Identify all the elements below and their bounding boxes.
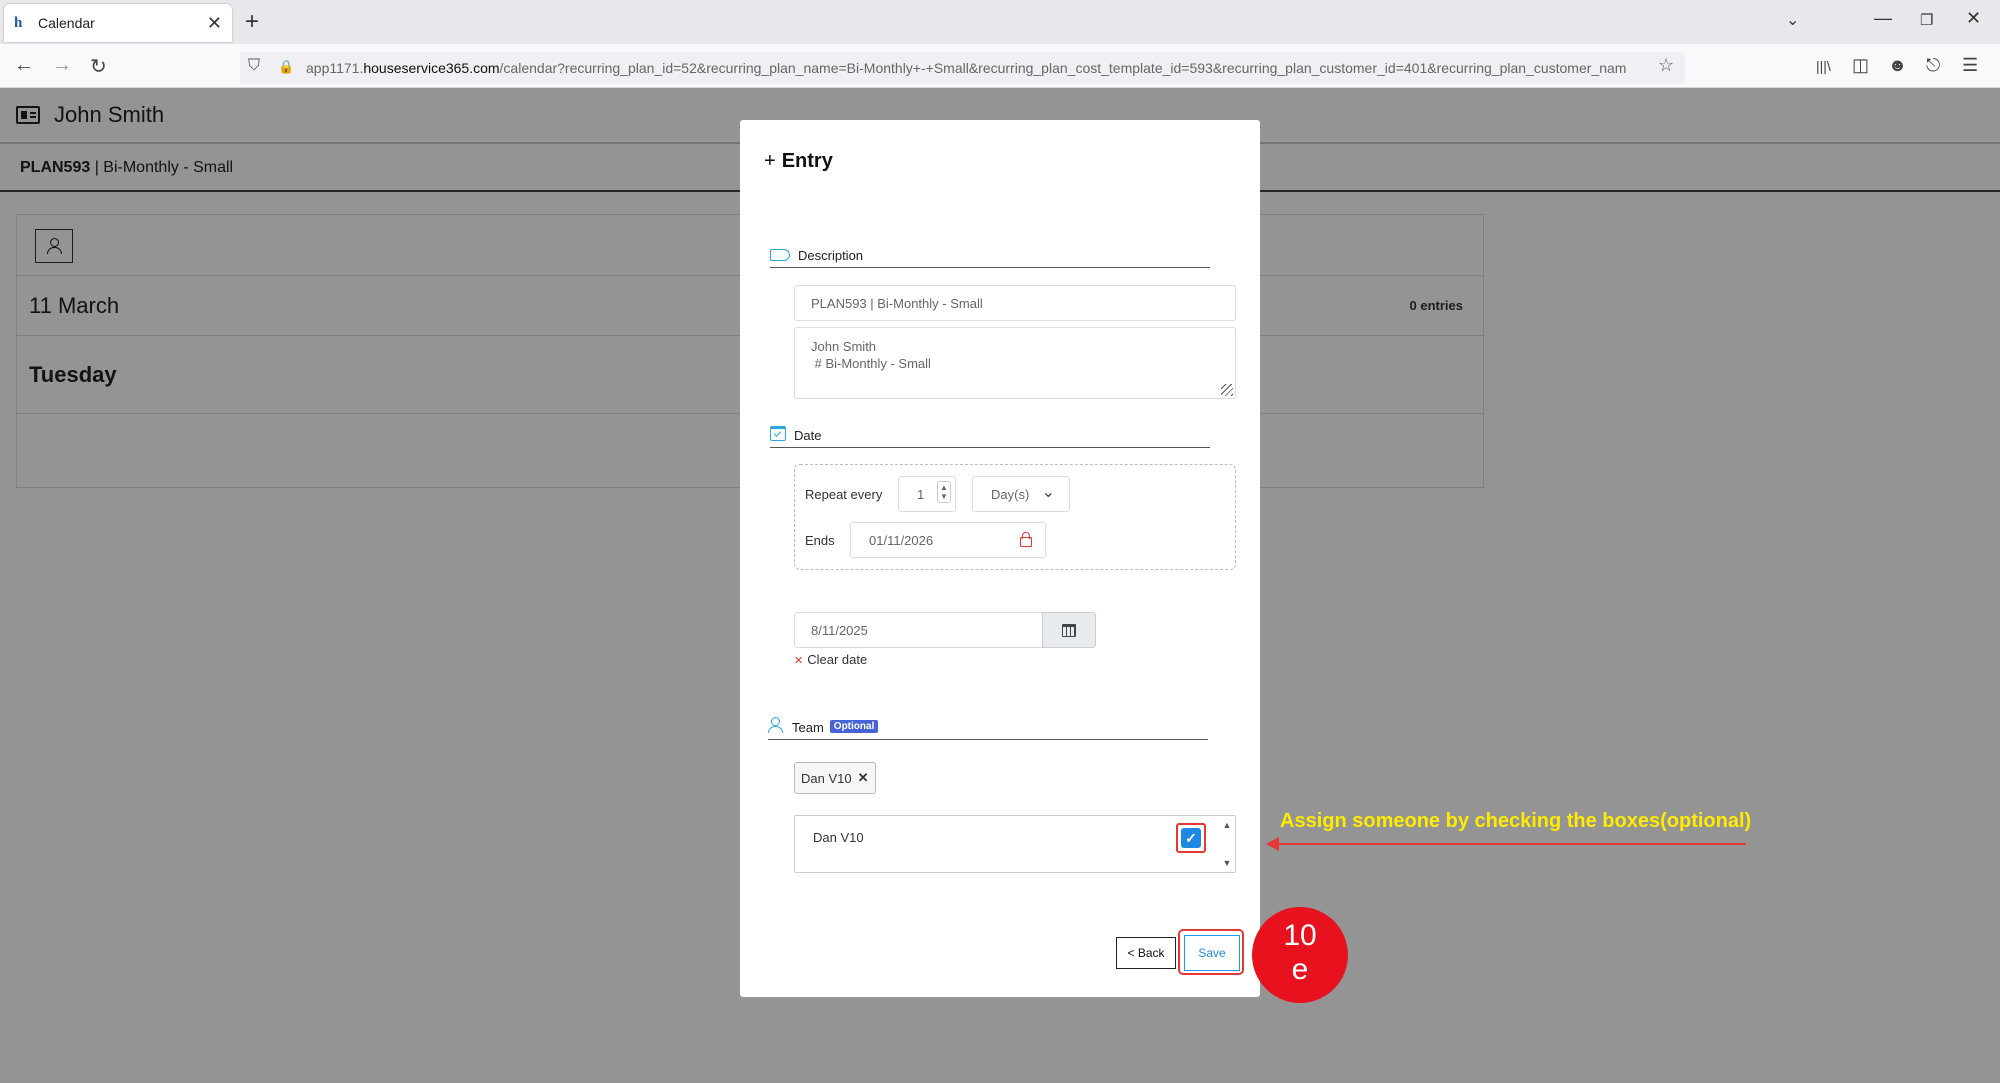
remove-chip-icon[interactable]: ✕ [858,770,869,786]
team-chip: Dan V10 ✕ [794,762,876,794]
lock-icon[interactable] [1019,532,1032,547]
calendar-check-icon [770,426,786,441]
url-path: /calendar?recurring_plan_id=52&recurring… [499,60,1627,76]
back-arrow-icon[interactable]: ← [14,54,34,77]
callout-text: Assign someone by checking the boxes(opt… [1280,810,1752,832]
tab-close-icon[interactable]: ✕ [207,13,222,34]
description-input[interactable]: PLAN593 | Bi-Monthly - Small [794,285,1236,321]
repeat-every-label: Repeat every [805,487,883,502]
plus-icon: + [764,150,776,172]
ends-label: Ends [805,533,835,548]
notes-value: John Smith # Bi-Monthly - Small [811,339,931,371]
extensions-icon[interactable]: ⎋ [1926,55,1940,76]
account-icon[interactable]: ☻ [1888,55,1907,76]
shield-icon[interactable]: ⛉ [248,57,260,75]
notes-textarea[interactable]: John Smith # Bi-Monthly - Small [794,327,1236,399]
modal-title-text: Entry [781,150,833,172]
reload-icon[interactable]: ↻ [90,54,107,79]
url-bar[interactable]: app1171. houseservice365.com/calendar?rec… [240,52,1685,84]
repeat-unit-select[interactable]: Day(s) ⌄ [972,476,1070,512]
clear-date-label: Clear date [807,652,868,667]
date-section-label: Date [794,428,822,443]
team-chip-label: Dan V10 [801,770,852,786]
sidebar-icon[interactable]: ◫ [1852,55,1869,76]
resize-handle-icon[interactable] [1221,384,1233,396]
modal-title: + Entry [764,150,833,173]
date-section-header: Date [770,422,1210,448]
forward-arrow-icon[interactable]: → [52,54,72,77]
user-icon [768,717,783,733]
start-date-input[interactable]: 8/11/2025 [794,612,1044,648]
browser-tab-calendar[interactable]: h Calendar ✕ [4,4,232,42]
tag-icon [770,249,790,261]
tab-title: Calendar [38,15,95,31]
step-letter: e [1291,953,1309,986]
start-date-value: 8/11/2025 [811,622,868,638]
description-section-label: Description [798,248,864,263]
tab-list-chevron-icon[interactable]: ⌄ [1786,10,1799,30]
url-prefix: app1171. [306,60,364,76]
callout-arrow-head-icon [1266,837,1279,851]
url-domain: houseservice365.com [363,60,500,76]
window-close-icon[interactable]: ✕ [1966,8,1981,29]
team-section-label: Team [792,720,824,735]
team-member-list: Dan V10 ✓ ▲ ▼ [794,815,1236,873]
step-number: 10 [1283,919,1317,952]
repeat-every-stepper[interactable]: 1 ▲ ▼ [898,476,956,512]
library-icon[interactable]: |||\ [1816,58,1831,74]
scroll-down-icon[interactable]: ▼ [1223,858,1232,868]
description-section-header: Description [770,242,1210,268]
ends-date-input[interactable]: 01/11/2026 [850,522,1046,558]
checkbox-highlight [1176,823,1206,853]
scroll-up-icon[interactable]: ▲ [1223,820,1232,830]
step-marker: 10 e [1252,907,1348,1003]
new-tab-icon[interactable]: + [245,8,259,36]
spinner-arrows-icon[interactable]: ▲ ▼ [937,481,951,503]
chevron-down-icon: ⌄ [1041,484,1055,501]
save-button[interactable]: Save [1184,935,1240,971]
entry-modal: + Entry Description PLAN593 | Bi-Monthly … [740,120,1260,997]
restore-icon[interactable]: ❐ [1920,11,1933,29]
padlock-icon[interactable]: 🔒 [278,59,294,75]
list-scrollbar[interactable]: ▲ ▼ [1219,816,1235,872]
calendar-icon [1062,623,1076,637]
callout-arrow-line [1276,843,1746,845]
ends-date-value: 01/11/2026 [869,532,934,548]
browser-tab-bar: h Calendar ✕ + ⌄ — ❐ ✕ [0,0,2000,44]
back-button[interactable]: < Back [1116,937,1176,969]
team-member-name: Dan V10 [813,830,864,845]
repeat-unit-value: Day(s) [991,486,1030,502]
site-favicon-icon: h [14,15,23,31]
date-picker-button[interactable] [1042,612,1096,648]
menu-icon[interactable]: ☰ [1962,55,1978,76]
description-value: PLAN593 | Bi-Monthly - Small [811,295,983,311]
optional-badge: Optional [829,720,879,733]
bookmark-star-icon[interactable]: ☆ [1658,55,1674,76]
clear-x-icon: ✕ [794,655,804,667]
minimize-icon[interactable]: — [1874,8,1892,29]
clear-date-link[interactable]: ✕ Clear date [794,652,867,667]
repeat-every-value: 1 [917,486,925,502]
team-section-header: Team Optional [768,714,1208,740]
